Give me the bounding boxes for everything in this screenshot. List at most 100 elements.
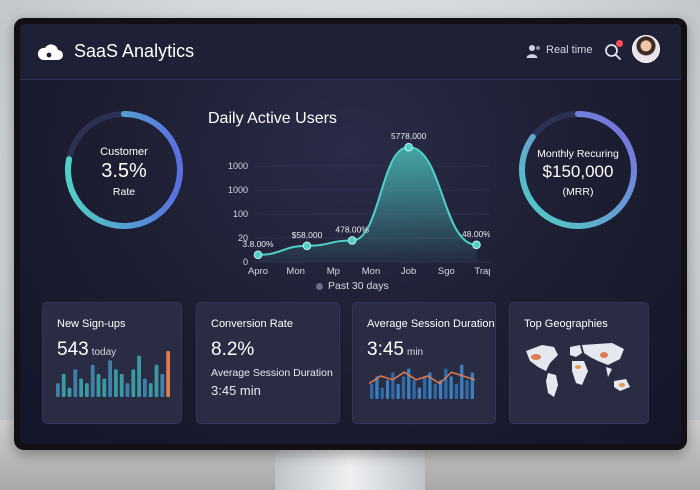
data-label: 478.00% [335, 224, 369, 234]
mini-bar [137, 355, 141, 397]
gauge-label-bottom: (MRR) [562, 186, 594, 198]
x-tick-label: Job [401, 266, 416, 277]
mini-bar [401, 376, 406, 399]
session-bar-chart [369, 364, 475, 399]
y-tick-label: 20 [238, 233, 248, 243]
mini-bar [114, 369, 118, 397]
mini-bar [385, 380, 390, 399]
mini-bar [370, 383, 374, 399]
mini-bar [96, 374, 101, 397]
dashboard-screen: SaaS Analytics Real time Customer 3.5% R… [20, 24, 681, 444]
data-point[interactable] [472, 240, 481, 250]
mini-bar [160, 374, 165, 397]
mini-bar [67, 387, 72, 397]
mini-bar [433, 383, 437, 399]
data-point[interactable] [347, 236, 357, 245]
x-tick-label: Mon [286, 266, 304, 277]
mini-bar [380, 387, 384, 399]
mini-bar [102, 378, 107, 397]
card-title: Conversion Rate [211, 318, 293, 330]
mini-bar [73, 369, 78, 397]
mini-bar [407, 368, 411, 399]
trend-line [369, 371, 475, 385]
value-number: 3:45 [367, 339, 404, 360]
mini-bar [449, 376, 453, 399]
x-tick-label: Mon [362, 266, 380, 277]
geo-highlight [531, 354, 541, 360]
monitor-stand [275, 448, 425, 490]
signups-bar-chart [56, 351, 170, 397]
data-label: 48.00% [462, 229, 490, 239]
mini-bar [460, 364, 464, 399]
x-tick-label: Sgo [438, 266, 455, 277]
mini-bar [166, 351, 170, 397]
mini-bar [154, 364, 159, 397]
gauge-value: 3.5% [101, 160, 147, 182]
users-icon [526, 45, 540, 58]
cloud-icon [37, 44, 63, 60]
gauge-value: $150,000 [542, 162, 614, 181]
card-value: 3:45 min [367, 339, 423, 361]
card-title: New Sign-ups [57, 318, 126, 330]
mini-bar [79, 378, 83, 397]
y-tick-label: 1000 [228, 185, 248, 195]
card-top-geographies[interactable]: Top Geographies [509, 302, 649, 424]
realtime-toggle[interactable]: Real time [546, 44, 592, 56]
legend-dot-icon [316, 282, 323, 290]
user-avatar[interactable] [632, 35, 660, 63]
notification-badge [616, 40, 623, 47]
geo-highlight [575, 365, 581, 369]
mini-bar [417, 387, 421, 399]
card-conversion-rate[interactable]: Conversion Rate 8.2% Average Session Dur… [196, 302, 340, 424]
gauge-label-bottom: Rate [112, 186, 136, 198]
value-unit: min [406, 347, 424, 358]
geo-highlight [600, 352, 608, 358]
mini-bar [396, 383, 400, 399]
data-point[interactable] [253, 250, 263, 260]
mini-bar [108, 360, 112, 397]
daily-active-users-chart: 3.8.00%$58,000478.00%5778,00048.00% 1000… [228, 131, 490, 277]
card-session-duration[interactable]: Average Session Duration 3:45 min [352, 302, 496, 424]
card-new-signups[interactable]: New Sign-ups 543 today [42, 302, 182, 424]
top-bar: SaaS Analytics Real time [20, 24, 681, 80]
card-title: Top Geographies [524, 318, 608, 330]
mini-bar [61, 374, 66, 397]
mini-bar [143, 378, 147, 397]
world-map [526, 343, 630, 397]
mini-bar [412, 380, 416, 399]
card-value: 8.2% [211, 339, 255, 360]
card-sub-value: 3:45 min [211, 383, 261, 398]
chart-legend: Past 30 days [316, 280, 389, 292]
mini-bar [465, 380, 469, 399]
gauge-label-top: Customer [100, 146, 148, 158]
gauge-label-top: Monthly Recuring [537, 148, 619, 160]
card-sub-label: Average Session Duration [211, 367, 333, 379]
y-tick-label: 100 [233, 209, 248, 219]
mini-bar [56, 383, 60, 397]
mini-bar [470, 372, 474, 399]
customer-rate-gauge: Customer 3.5% Rate [62, 108, 186, 232]
mini-bar [454, 383, 459, 399]
x-tick-label: Apro [248, 266, 268, 277]
mini-bar [119, 374, 124, 397]
x-tick-label: Trap [474, 266, 490, 277]
x-tick-label: Mp [327, 266, 340, 277]
mini-bar [423, 376, 427, 399]
mini-bar [148, 383, 153, 397]
card-title: Average Session Duration [367, 318, 495, 330]
mrr-gauge: Monthly Recuring $150,000 (MRR) [516, 108, 640, 232]
legend-label: Past 30 days [328, 280, 389, 292]
app-title: SaaS Analytics [74, 41, 195, 61]
mini-bar [391, 372, 395, 399]
data-point[interactable] [404, 142, 413, 152]
chart-area [258, 147, 477, 262]
data-point[interactable] [302, 241, 312, 251]
monitor: SaaS Analytics Real time Customer 3.5% R… [14, 18, 687, 450]
data-label: 5778,000 [391, 131, 427, 141]
mini-bar [131, 369, 136, 397]
mini-bar [85, 383, 89, 397]
geo-highlight [619, 383, 625, 387]
mini-bar [444, 368, 448, 399]
y-tick-label: 1000 [228, 161, 248, 171]
data-label: $58,000 [292, 230, 323, 240]
